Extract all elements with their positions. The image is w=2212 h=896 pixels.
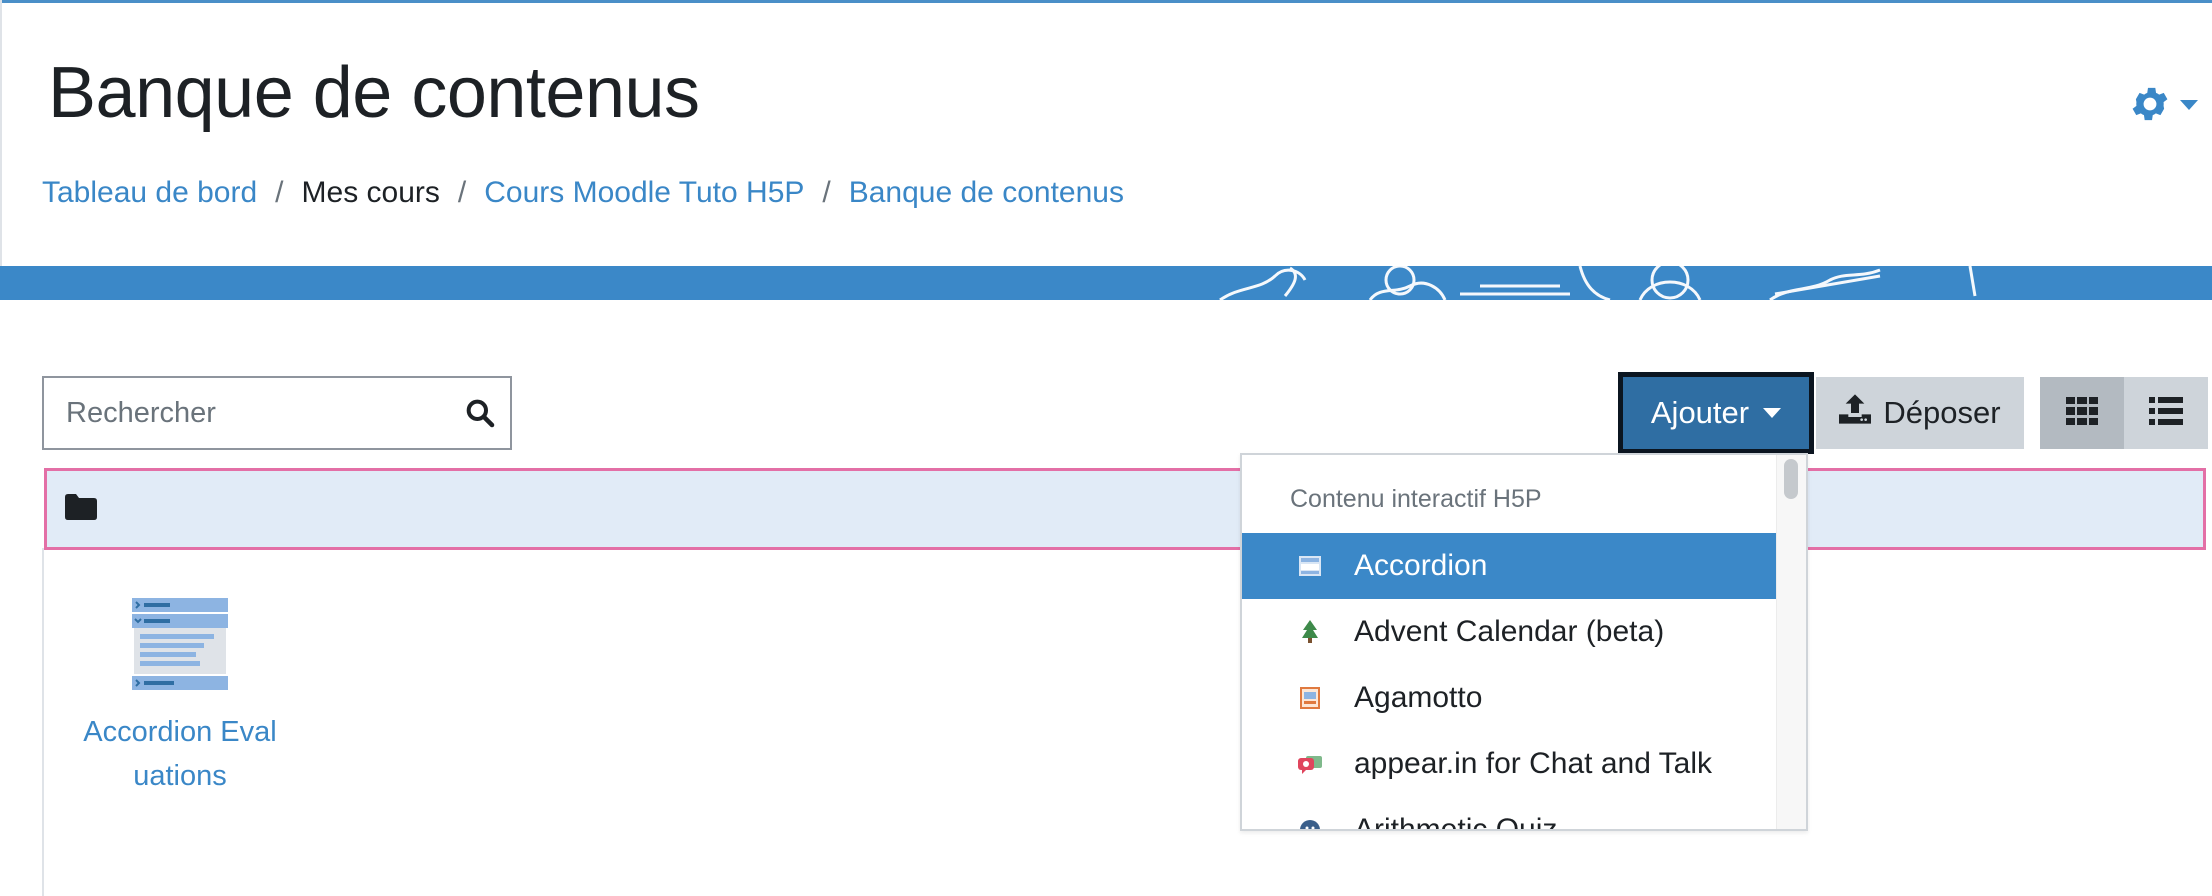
chat-icon <box>1296 750 1324 778</box>
search-input[interactable] <box>44 378 450 448</box>
search-box <box>42 376 512 450</box>
dropdown-item-appear-in[interactable]: appear.in for Chat and Talk <box>1242 731 1778 797</box>
search-icon[interactable] <box>450 378 510 448</box>
add-button[interactable]: Ajouter <box>1618 372 1814 454</box>
list-view-button[interactable] <box>2124 377 2208 449</box>
breadcrumb: Tableau de bord / Mes cours / Cours Mood… <box>42 176 1124 210</box>
content-item[interactable]: Accordion Eval uations <box>60 596 300 798</box>
folder-navigation-bar <box>44 468 2206 550</box>
accordion-icon <box>130 596 230 692</box>
top-accent-line <box>0 0 2212 3</box>
dropdown-item-label: Arithmetic Quiz <box>1354 813 1558 831</box>
course-banner <box>0 266 2212 300</box>
folder-icon[interactable] <box>65 493 97 525</box>
page-title: Banque de contenus <box>48 53 700 133</box>
dropdown-item-advent-calendar[interactable]: Advent Calendar (beta) <box>1242 599 1778 665</box>
grid-view-button[interactable] <box>2040 377 2124 449</box>
accordion-icon <box>1296 552 1324 580</box>
chevron-down-icon <box>2180 97 2198 115</box>
breadcrumb-my-courses: Mes cours <box>301 176 440 209</box>
dropdown-header: Contenu interactif H5P <box>1290 485 1542 513</box>
add-dropdown-menu: Contenu interactif H5P Accordion Advent … <box>1240 453 1808 831</box>
grid-icon <box>2066 396 2098 430</box>
dropdown-item-label: Accordion <box>1354 549 1488 582</box>
quiz-icon <box>1296 816 1324 829</box>
agamotto-icon <box>1296 684 1324 712</box>
left-border <box>0 0 2 268</box>
gear-icon <box>2128 82 2172 131</box>
content-item-name-line2: uations <box>133 760 227 792</box>
dropdown-item-label: Advent Calendar (beta) <box>1354 615 1665 648</box>
breadcrumb-separator: / <box>822 176 831 209</box>
settings-menu[interactable] <box>2128 80 2212 132</box>
upload-icon <box>1839 394 1872 432</box>
dropdown-item-arithmetic-quiz[interactable]: Arithmetic Quiz <box>1242 797 1778 831</box>
dropdown-scrollbar[interactable] <box>1776 455 1806 829</box>
breadcrumb-content-bank[interactable]: Banque de contenus <box>849 176 1124 210</box>
add-button-label: Ajouter <box>1650 395 1750 430</box>
breadcrumb-dashboard[interactable]: Tableau de bord <box>42 176 257 210</box>
dropdown-item-label: appear.in for Chat and Talk <box>1354 747 1713 780</box>
list-icon <box>2149 396 2183 430</box>
content-item-name[interactable]: Accordion Eval uations <box>60 710 300 798</box>
upload-button[interactable]: Déposer <box>1816 377 2024 449</box>
dropdown-item-accordion[interactable]: Accordion <box>1242 533 1778 599</box>
banner-doodles <box>1219 266 1977 300</box>
breadcrumb-separator: / <box>275 176 284 209</box>
chevron-down-icon <box>1763 408 1782 418</box>
dropdown-item-agamotto[interactable]: Agamotto <box>1242 665 1778 731</box>
content-item-name-line1: Accordion Eval <box>83 716 277 748</box>
dropdown-scrollbar-thumb[interactable] <box>1784 459 1798 499</box>
tree-icon <box>1296 618 1324 646</box>
upload-button-label: Déposer <box>1883 395 2001 430</box>
breadcrumb-course[interactable]: Cours Moodle Tuto H5P <box>484 176 804 210</box>
dropdown-item-label: Agamotto <box>1354 681 1483 714</box>
breadcrumb-separator: / <box>457 176 467 209</box>
content-area <box>42 548 2212 896</box>
